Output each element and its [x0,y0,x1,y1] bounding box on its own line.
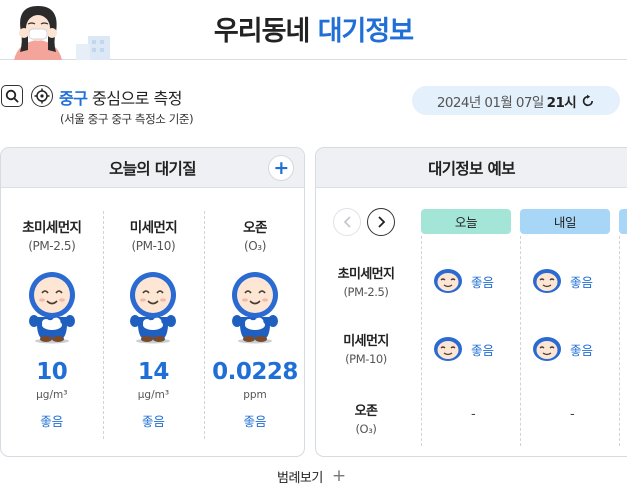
pollutant-unit: μg/m³ [36,389,68,401]
pollutant-value: 10 [36,359,68,385]
location-label: 중구 중심으로 측정 [59,85,182,109]
good-face-icon [533,269,561,293]
pollutant-unit: ppm [243,389,267,401]
today-air-panel: 오늘의 대기질 + 초미세먼지 (PM-2.5) 10 μg/m³ 좋음 미세먼… [0,147,305,457]
chevron-left-icon [343,216,351,228]
forecast-panel: 대기정보 예보 오늘 내일 초미세먼지 (PM-2.5) 좋음 좋음 미세먼지 … [315,147,627,457]
location-rest: 중심으로 측정 [92,89,182,108]
pollutant-name: 미세먼지 [129,220,178,236]
column-divider [520,236,521,446]
pollutant-pm25: 초미세먼지 (PM-2.5) 10 μg/m³ 좋음 [1,189,103,456]
pollutant-code: (PM-2.5) [28,239,76,253]
good-face-icon [434,269,462,293]
forecast-cell-today-pm25: 좋음 [433,268,494,294]
column-divider [421,236,422,446]
search-icon [5,89,19,103]
legend-label: 범례보기 [277,471,323,486]
forecast-row-label-ozone: 오존 (O₃) [316,400,416,436]
column-divider [619,236,620,446]
tab-next-partial[interactable] [619,209,627,234]
pollutant-value: 14 [137,359,170,385]
row-name: 미세먼지 [343,334,389,349]
page-header: 우리동네 대기정보 [0,0,627,60]
forecast-row-label-pm25: 초미세먼지 (PM-2.5) [316,263,416,299]
pollutant-unit: μg/m³ [137,389,170,401]
good-mascot-icon [28,272,75,344]
row-code: (PM-10) [345,352,387,366]
forecast-prev-button[interactable] [333,208,361,236]
current-location-button[interactable] [31,85,53,107]
hour-text: 21시 [546,94,577,111]
pollutant-code: (PM-10) [131,239,176,253]
good-mascot-icon [130,272,177,344]
row-name: 오존 [354,404,378,419]
pollutant-ozone: 오존 (O₃) 0.0228 ppm 좋음 [204,189,304,456]
page-title: 우리동네 대기정보 [0,9,627,48]
station-note: (서울 중구 중구 측정소 기준) [60,112,194,126]
pollutant-columns: 초미세먼지 (PM-2.5) 10 μg/m³ 좋음 미세먼지 (PM-10) … [1,189,304,456]
pollutant-value: 0.0228 [212,359,298,385]
forecast-cell-today-pm10: 좋음 [433,336,494,362]
title-part2: 대기정보 [317,16,414,47]
pollutant-grade: 좋음 [40,414,64,429]
pollutant-code: (O₃) [243,239,266,253]
forecast-next-button[interactable] [367,208,395,236]
forecast-row-label-pm10: 미세먼지 (PM-10) [316,330,416,366]
pollutant-pm10: 미세먼지 (PM-10) 14 μg/m³ 좋음 [102,189,205,456]
expand-plus-button[interactable]: + [268,155,294,181]
search-button[interactable] [1,85,23,107]
chevron-right-icon [377,216,385,228]
forecast-cell-tomorrow-pm10: 좋음 [532,336,593,362]
title-part1: 우리동네 [213,16,310,47]
tab-tomorrow[interactable]: 내일 [520,209,610,234]
pollutant-grade: 좋음 [141,414,165,429]
forecast-panel-header: 대기정보 예보 [316,148,627,188]
legend-toggle[interactable]: 범례보기 + [277,466,346,487]
row-code: (PM-2.5) [343,285,389,299]
today-panel-title: 오늘의 대기질 [109,159,196,178]
target-location-icon [34,88,50,104]
row-code: (O₃) [355,422,377,436]
forecast-cell-tomorrow-pm25: 좋음 [532,268,593,294]
district-name: 중구 [59,89,88,108]
forecast-grade: 좋음 [471,342,495,358]
plus-icon: + [331,466,346,486]
forecast-grade: 좋음 [570,274,594,290]
forecast-cell-tomorrow-ozone: - [570,407,575,422]
datetime-pill: 2024년 01월 07일 21시 [412,86,620,115]
row-name: 초미세먼지 [337,267,395,282]
pollutant-grade: 좋음 [243,414,267,429]
tab-today[interactable]: 오늘 [421,209,511,234]
refresh-icon [582,94,594,106]
good-face-icon [434,337,462,361]
forecast-grade: 좋음 [570,342,594,358]
forecast-panel-title: 대기정보 예보 [428,159,515,178]
date-text: 2024년 01월 07일 [436,94,544,111]
good-face-icon [533,337,561,361]
forecast-grade: 좋음 [471,274,495,290]
today-panel-header: 오늘의 대기질 + [1,148,304,188]
forecast-cell-today-ozone: - [471,407,476,422]
pollutant-name: 오존 [243,220,267,236]
pollutant-name: 초미세먼지 [22,220,82,236]
good-mascot-icon [231,272,278,344]
refresh-button[interactable] [581,94,595,108]
